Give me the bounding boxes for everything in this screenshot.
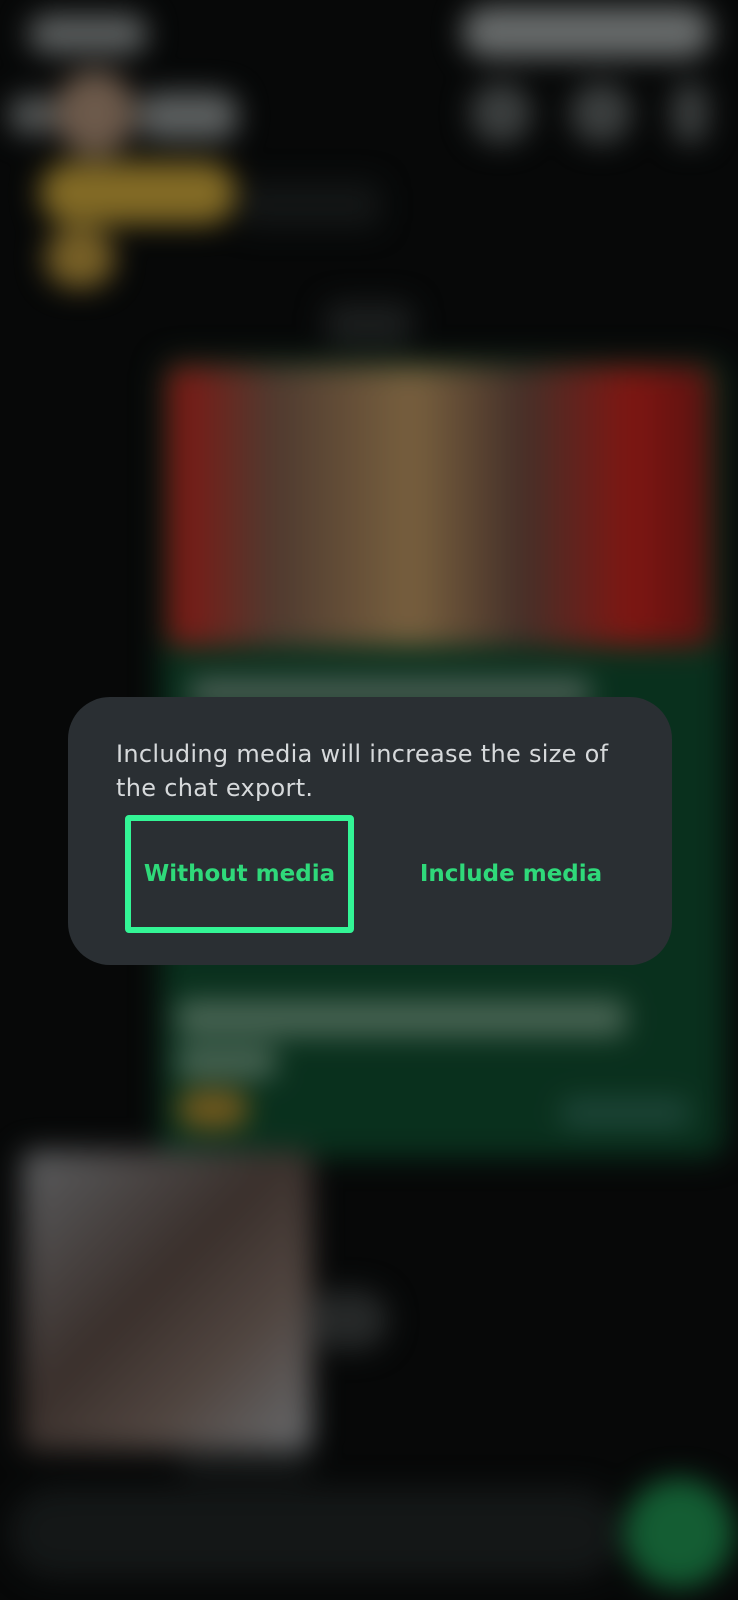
without-media-button[interactable]: Without media	[125, 815, 354, 933]
include-media-button[interactable]: Include media	[368, 815, 654, 933]
dialog-message: Including media will increase the size o…	[116, 740, 609, 802]
export-media-dialog: Including media will increase the size o…	[68, 697, 672, 965]
